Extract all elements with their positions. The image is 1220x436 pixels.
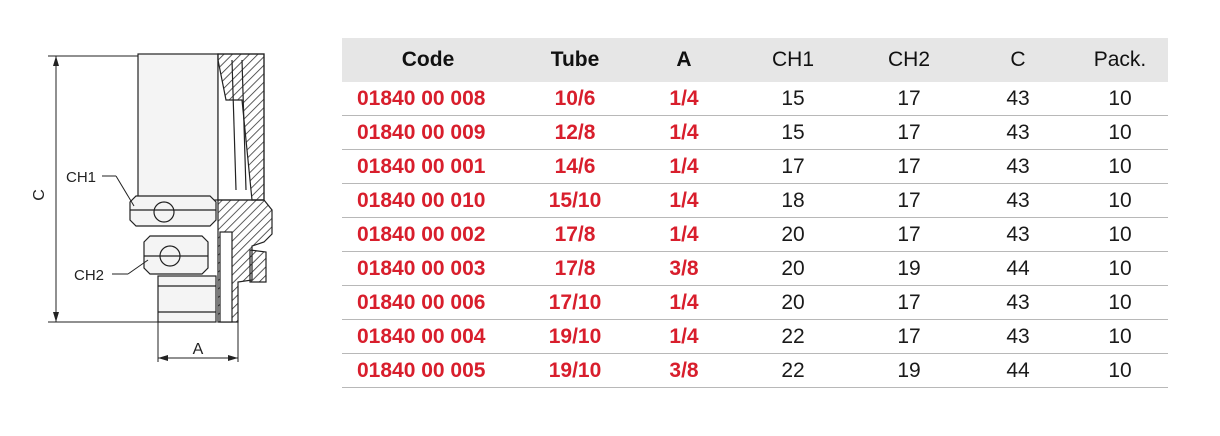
cell-code: 01840 00 003 — [342, 251, 514, 286]
cell-a: 3/8 — [636, 251, 732, 286]
cell-pack: 10 — [1072, 115, 1168, 150]
cell-ch1: 20 — [732, 285, 854, 320]
cell-ch2: 17 — [854, 319, 964, 354]
cell-pack: 10 — [1072, 319, 1168, 354]
cell-ch2: 17 — [854, 115, 964, 150]
cell-code: 01840 00 001 — [342, 149, 514, 184]
column-header-code: Code — [342, 38, 514, 82]
cell-a: 1/4 — [636, 319, 732, 354]
cell-code: 01840 00 006 — [342, 285, 514, 320]
cell-a: 1/4 — [636, 115, 732, 150]
cell-c: 43 — [964, 217, 1072, 252]
cell-ch2: 17 — [854, 183, 964, 218]
cell-ch1: 20 — [732, 217, 854, 252]
cell-c: 43 — [964, 319, 1072, 354]
cell-c: 44 — [964, 251, 1072, 286]
table-row: 01840 00 003 17/8 3/8 20 19 44 10 — [342, 251, 1168, 286]
table-row: 01840 00 008 10/6 1/4 15 17 43 10 — [342, 82, 1168, 116]
cell-c: 43 — [964, 82, 1072, 116]
table-header-row: Code Tube A CH1 CH2 C Pack. — [342, 38, 1168, 82]
cell-tube: 19/10 — [514, 353, 636, 388]
table-row: 01840 00 010 15/10 1/4 18 17 43 10 — [342, 183, 1168, 218]
cell-tube: 12/8 — [514, 115, 636, 150]
table-row: 01840 00 005 19/10 3/8 22 19 44 10 — [342, 353, 1168, 388]
cell-pack: 10 — [1072, 217, 1168, 252]
cell-pack: 10 — [1072, 149, 1168, 184]
cell-ch2: 17 — [854, 285, 964, 320]
column-header-pack: Pack. — [1072, 38, 1168, 82]
cell-tube: 14/6 — [514, 149, 636, 184]
ch2-leader — [112, 259, 149, 275]
column-header-c: C — [964, 38, 1072, 82]
ch1-label: CH1 — [66, 169, 96, 186]
cell-pack: 10 — [1072, 82, 1168, 116]
cell-c: 43 — [964, 115, 1072, 150]
cell-code: 01840 00 004 — [342, 319, 514, 354]
cell-ch1: 22 — [732, 319, 854, 354]
dimension-c-label: C — [31, 189, 48, 201]
table-row: 01840 00 001 14/6 1/4 17 17 43 10 — [342, 149, 1168, 184]
cell-ch1: 22 — [732, 353, 854, 388]
column-header-ch1: CH1 — [732, 38, 854, 82]
cell-tube: 10/6 — [514, 82, 636, 116]
cell-ch2: 19 — [854, 353, 964, 388]
cell-code: 01840 00 005 — [342, 353, 514, 388]
cell-code: 01840 00 009 — [342, 115, 514, 150]
cell-ch2: 17 — [854, 149, 964, 184]
fitting-body — [129, 53, 219, 323]
cell-pack: 10 — [1072, 183, 1168, 218]
product-spec-table: Code Tube A CH1 CH2 C Pack. 01840 00 008… — [342, 38, 1168, 388]
column-header-ch2: CH2 — [854, 38, 964, 82]
cell-a: 3/8 — [636, 353, 732, 388]
cell-c: 43 — [964, 149, 1072, 184]
ch1-leader — [102, 175, 135, 207]
cell-code: 01840 00 010 — [342, 183, 514, 218]
cell-pack: 10 — [1072, 285, 1168, 320]
cell-a: 1/4 — [636, 149, 732, 184]
table-row: 01840 00 006 17/10 1/4 20 17 43 10 — [342, 285, 1168, 320]
ch2-label: CH2 — [74, 267, 104, 284]
cell-a: 1/4 — [636, 183, 732, 218]
cell-ch1: 18 — [732, 183, 854, 218]
cell-c: 44 — [964, 353, 1072, 388]
cell-pack: 10 — [1072, 251, 1168, 286]
fitting-technical-drawing: C CH1 CH2 A — [31, 53, 273, 362]
cell-c: 43 — [964, 285, 1072, 320]
cell-c: 43 — [964, 183, 1072, 218]
table-row: 01840 00 004 19/10 1/4 22 17 43 10 — [342, 319, 1168, 354]
cell-a: 1/4 — [636, 217, 732, 252]
cell-tube: 17/8 — [514, 217, 636, 252]
cell-ch1: 15 — [732, 82, 854, 116]
column-header-tube: Tube — [514, 38, 636, 82]
cell-a: 1/4 — [636, 285, 732, 320]
table-row: 01840 00 009 12/8 1/4 15 17 43 10 — [342, 115, 1168, 150]
cell-code: 01840 00 008 — [342, 82, 514, 116]
column-header-a: A — [636, 38, 732, 82]
cell-code: 01840 00 002 — [342, 217, 514, 252]
cell-tube: 19/10 — [514, 319, 636, 354]
cell-tube: 17/10 — [514, 285, 636, 320]
fitting-section — [217, 53, 273, 323]
cell-ch1: 15 — [732, 115, 854, 150]
cell-pack: 10 — [1072, 353, 1168, 388]
dimension-a-label: A — [193, 341, 204, 358]
cell-ch2: 17 — [854, 217, 964, 252]
cell-ch2: 19 — [854, 251, 964, 286]
cell-ch1: 17 — [732, 149, 854, 184]
table-row: 01840 00 002 17/8 1/4 20 17 43 10 — [342, 217, 1168, 252]
cell-ch1: 20 — [732, 251, 854, 286]
cell-ch2: 17 — [854, 82, 964, 116]
cell-tube: 15/10 — [514, 183, 636, 218]
cell-a: 1/4 — [636, 82, 732, 116]
cell-tube: 17/8 — [514, 251, 636, 286]
